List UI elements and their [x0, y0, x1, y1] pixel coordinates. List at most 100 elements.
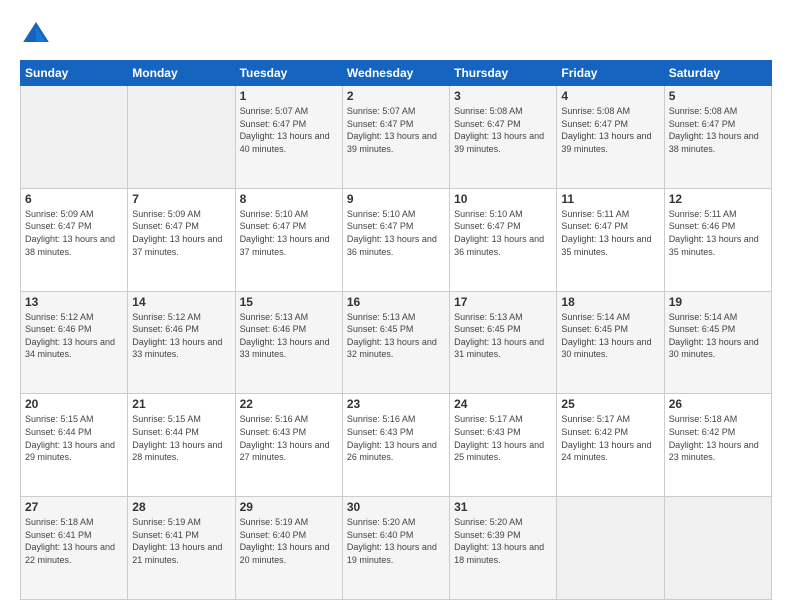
calendar-cell: 23Sunrise: 5:16 AM Sunset: 6:43 PM Dayli…: [342, 394, 449, 497]
day-info: Sunrise: 5:07 AM Sunset: 6:47 PM Dayligh…: [240, 105, 338, 155]
day-info: Sunrise: 5:08 AM Sunset: 6:47 PM Dayligh…: [561, 105, 659, 155]
day-info: Sunrise: 5:10 AM Sunset: 6:47 PM Dayligh…: [240, 208, 338, 258]
day-info: Sunrise: 5:15 AM Sunset: 6:44 PM Dayligh…: [132, 413, 230, 463]
day-info: Sunrise: 5:11 AM Sunset: 6:47 PM Dayligh…: [561, 208, 659, 258]
weekday-header: Wednesday: [342, 61, 449, 86]
day-info: Sunrise: 5:08 AM Sunset: 6:47 PM Dayligh…: [454, 105, 552, 155]
calendar-cell: 24 Sunrise: 5:17 AM Sunset: 6:43 PM Dayli…: [450, 394, 557, 497]
day-info: Sunrise: 5:09 AM Sunset: 6:47 PM Dayligh…: [132, 208, 230, 258]
day-number: 3: [454, 89, 552, 103]
day-info: Sunrise: 5:12 AM Sunset: 6:46 PM Dayligh…: [132, 311, 230, 361]
day-info: Sunrise: 5:16 AM Sunset: 6:43 PM Dayligh…: [347, 413, 445, 463]
calendar-cell: 17 Sunrise: 5:13 AM Sunset: 6:45 PM Dayli…: [450, 291, 557, 394]
day-info: Sunrise: 5:16 AM Sunset: 6:43 PM Dayligh…: [240, 413, 338, 463]
calendar-cell: 20Sunrise: 5:15 AM Sunset: 6:44 PM Dayli…: [21, 394, 128, 497]
day-number: 9: [347, 192, 445, 206]
weekday-header: Saturday: [664, 61, 771, 86]
day-number: 18: [561, 295, 659, 309]
day-info: Sunrise: 5:13 AM Sunset: 6:45 PM Dayligh…: [454, 311, 552, 361]
day-number: 17: [454, 295, 552, 309]
calendar-cell: 31Sunrise: 5:20 AM Sunset: 6:39 PM Dayli…: [450, 497, 557, 600]
day-info: Sunrise: 5:07 AM Sunset: 6:47 PM Dayligh…: [347, 105, 445, 155]
day-info: Sunrise: 5:15 AM Sunset: 6:44 PM Dayligh…: [25, 413, 123, 463]
day-number: 8: [240, 192, 338, 206]
calendar-cell: 30 Sunrise: 5:20 AM Sunset: 6:40 PM Dayli…: [342, 497, 449, 600]
calendar-week-row: 1 Sunrise: 5:07 AM Sunset: 6:47 PM Daylig…: [21, 86, 772, 189]
day-number: 22: [240, 397, 338, 411]
calendar-cell: 2 Sunrise: 5:07 AM Sunset: 6:47 PM Daylig…: [342, 86, 449, 189]
day-number: 13: [25, 295, 123, 309]
calendar-week-row: 20Sunrise: 5:15 AM Sunset: 6:44 PM Dayli…: [21, 394, 772, 497]
page: SundayMondayTuesdayWednesdayThursdayFrid…: [0, 0, 792, 612]
calendar-cell: [557, 497, 664, 600]
calendar-cell: 11Sunrise: 5:11 AM Sunset: 6:47 PM Dayli…: [557, 188, 664, 291]
calendar-cell: [128, 86, 235, 189]
calendar-week-row: 6 Sunrise: 5:09 AM Sunset: 6:47 PM Daylig…: [21, 188, 772, 291]
day-info: Sunrise: 5:13 AM Sunset: 6:46 PM Dayligh…: [240, 311, 338, 361]
day-number: 27: [25, 500, 123, 514]
weekday-header: Friday: [557, 61, 664, 86]
day-number: 29: [240, 500, 338, 514]
day-info: Sunrise: 5:11 AM Sunset: 6:46 PM Dayligh…: [669, 208, 767, 258]
day-number: 2: [347, 89, 445, 103]
day-info: Sunrise: 5:20 AM Sunset: 6:39 PM Dayligh…: [454, 516, 552, 566]
calendar-week-row: 27 Sunrise: 5:18 AM Sunset: 6:41 PM Dayli…: [21, 497, 772, 600]
day-info: Sunrise: 5:14 AM Sunset: 6:45 PM Dayligh…: [561, 311, 659, 361]
day-info: Sunrise: 5:17 AM Sunset: 6:42 PM Dayligh…: [561, 413, 659, 463]
day-info: Sunrise: 5:19 AM Sunset: 6:40 PM Dayligh…: [240, 516, 338, 566]
day-info: Sunrise: 5:17 AM Sunset: 6:43 PM Dayligh…: [454, 413, 552, 463]
day-info: Sunrise: 5:20 AM Sunset: 6:40 PM Dayligh…: [347, 516, 445, 566]
weekday-header: Thursday: [450, 61, 557, 86]
day-number: 5: [669, 89, 767, 103]
day-info: Sunrise: 5:09 AM Sunset: 6:47 PM Dayligh…: [25, 208, 123, 258]
day-number: 28: [132, 500, 230, 514]
calendar-cell: 1 Sunrise: 5:07 AM Sunset: 6:47 PM Daylig…: [235, 86, 342, 189]
day-info: Sunrise: 5:13 AM Sunset: 6:45 PM Dayligh…: [347, 311, 445, 361]
weekday-header: Monday: [128, 61, 235, 86]
day-info: Sunrise: 5:12 AM Sunset: 6:46 PM Dayligh…: [25, 311, 123, 361]
calendar-cell: 29 Sunrise: 5:19 AM Sunset: 6:40 PM Dayli…: [235, 497, 342, 600]
day-info: Sunrise: 5:08 AM Sunset: 6:47 PM Dayligh…: [669, 105, 767, 155]
day-info: Sunrise: 5:18 AM Sunset: 6:41 PM Dayligh…: [25, 516, 123, 566]
day-number: 12: [669, 192, 767, 206]
calendar-cell: 25 Sunrise: 5:17 AM Sunset: 6:42 PM Dayli…: [557, 394, 664, 497]
day-number: 26: [669, 397, 767, 411]
logo: [20, 18, 56, 50]
day-number: 7: [132, 192, 230, 206]
day-number: 4: [561, 89, 659, 103]
calendar-cell: 15 Sunrise: 5:13 AM Sunset: 6:46 PM Dayli…: [235, 291, 342, 394]
day-number: 10: [454, 192, 552, 206]
day-number: 15: [240, 295, 338, 309]
calendar-cell: 18 Sunrise: 5:14 AM Sunset: 6:45 PM Dayli…: [557, 291, 664, 394]
day-number: 6: [25, 192, 123, 206]
calendar-cell: 27 Sunrise: 5:18 AM Sunset: 6:41 PM Dayli…: [21, 497, 128, 600]
day-number: 21: [132, 397, 230, 411]
calendar-cell: [664, 497, 771, 600]
calendar-cell: 28 Sunrise: 5:19 AM Sunset: 6:41 PM Dayli…: [128, 497, 235, 600]
day-info: Sunrise: 5:19 AM Sunset: 6:41 PM Dayligh…: [132, 516, 230, 566]
calendar-cell: 9Sunrise: 5:10 AM Sunset: 6:47 PM Daylig…: [342, 188, 449, 291]
calendar-cell: 6 Sunrise: 5:09 AM Sunset: 6:47 PM Daylig…: [21, 188, 128, 291]
calendar-cell: [21, 86, 128, 189]
calendar-cell: 10Sunrise: 5:10 AM Sunset: 6:47 PM Dayli…: [450, 188, 557, 291]
day-number: 30: [347, 500, 445, 514]
calendar-cell: 12 Sunrise: 5:11 AM Sunset: 6:46 PM Dayli…: [664, 188, 771, 291]
day-number: 1: [240, 89, 338, 103]
header: [20, 18, 772, 50]
calendar-cell: 22 Sunrise: 5:16 AM Sunset: 6:43 PM Dayli…: [235, 394, 342, 497]
calendar-cell: 26 Sunrise: 5:18 AM Sunset: 6:42 PM Dayli…: [664, 394, 771, 497]
calendar-cell: 16Sunrise: 5:13 AM Sunset: 6:45 PM Dayli…: [342, 291, 449, 394]
weekday-header: Sunday: [21, 61, 128, 86]
calendar-header-row: SundayMondayTuesdayWednesdayThursdayFrid…: [21, 61, 772, 86]
day-number: 25: [561, 397, 659, 411]
calendar-cell: 13 Sunrise: 5:12 AM Sunset: 6:46 PM Dayli…: [21, 291, 128, 394]
calendar-cell: 21 Sunrise: 5:15 AM Sunset: 6:44 PM Dayli…: [128, 394, 235, 497]
calendar-cell: 14Sunrise: 5:12 AM Sunset: 6:46 PM Dayli…: [128, 291, 235, 394]
calendar-cell: 4 Sunrise: 5:08 AM Sunset: 6:47 PM Daylig…: [557, 86, 664, 189]
day-number: 24: [454, 397, 552, 411]
weekday-header: Tuesday: [235, 61, 342, 86]
calendar-cell: 19Sunrise: 5:14 AM Sunset: 6:45 PM Dayli…: [664, 291, 771, 394]
day-info: Sunrise: 5:18 AM Sunset: 6:42 PM Dayligh…: [669, 413, 767, 463]
calendar-cell: 5 Sunrise: 5:08 AM Sunset: 6:47 PM Daylig…: [664, 86, 771, 189]
day-info: Sunrise: 5:14 AM Sunset: 6:45 PM Dayligh…: [669, 311, 767, 361]
